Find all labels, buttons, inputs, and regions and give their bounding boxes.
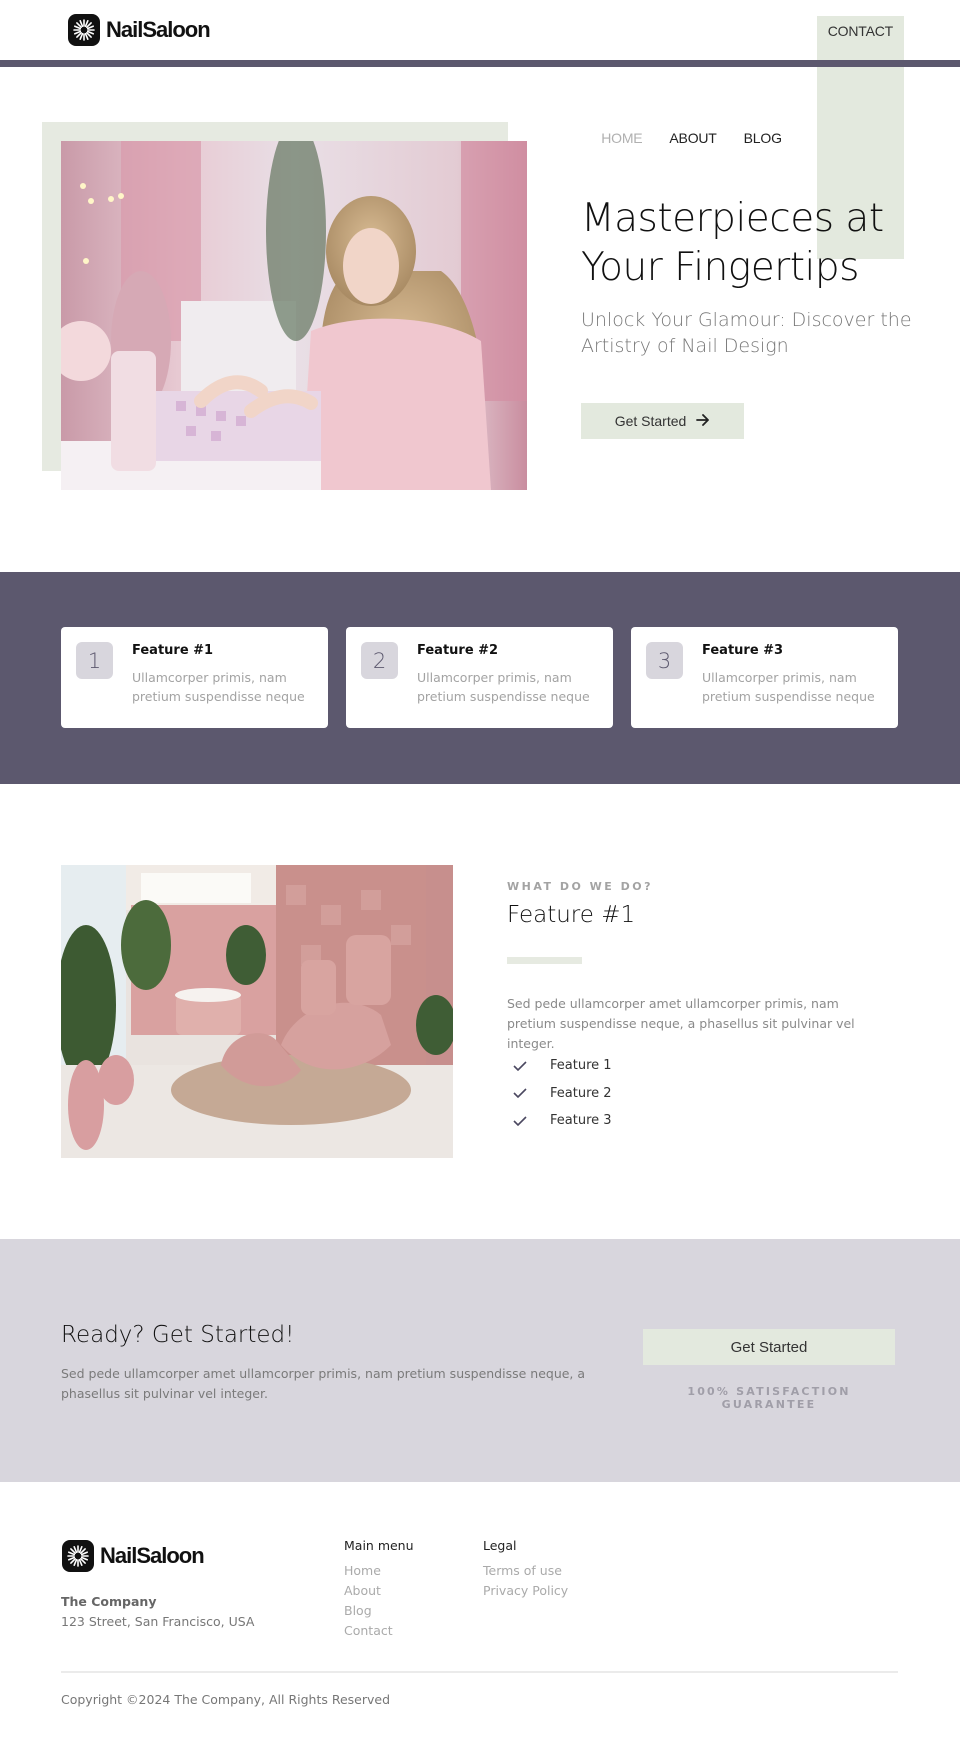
footer-main-menu: Main menu Home About Blog Contact — [344, 1538, 414, 1641]
cta-section: Ready? Get Started! Sed pede ullamcorper… — [0, 1239, 960, 1482]
footer-legal-heading: Legal — [483, 1538, 517, 1553]
footer-link-home[interactable]: Home — [344, 1561, 414, 1581]
section-description: Sed pede ullamcorper amet ullamcorper pr… — [507, 996, 855, 1051]
footer-link-blog[interactable]: Blog — [344, 1601, 414, 1621]
title-underline-accent — [507, 957, 582, 964]
feature-checklist: Feature 1 Feature 2 Feature 3 — [513, 1052, 612, 1135]
checklist-item-label: Feature 3 — [550, 1113, 612, 1129]
feature-card: 1 Feature #1 Ullamcorper primis, nam pre… — [61, 627, 328, 728]
satisfaction-guarantee: 100% SATISFACTION GUARANTEE — [687, 1385, 851, 1411]
feature-number-badge: 1 — [76, 642, 113, 679]
feature-description: Ullamcorper primis, nam pretium suspendi… — [417, 670, 590, 704]
check-icon — [513, 1116, 535, 1126]
site-footer: NailSaloon The Company 123 Street, San F… — [0, 1482, 960, 1731]
hero-section: Masterpieces at Your Fingertips Unlock Y… — [0, 60, 960, 572]
feature-card: 2 Feature #2 Ullamcorper primis, nam pre… — [346, 627, 613, 728]
company-address: 123 Street, San Francisco, USA — [61, 1614, 255, 1629]
hero-button-label: Get Started — [614, 413, 687, 429]
cta-get-started-button[interactable]: Get Started — [643, 1329, 895, 1365]
footer-main-menu-heading: Main menu — [344, 1538, 414, 1553]
hero-get-started-button[interactable]: Get Started — [581, 403, 744, 439]
feature-number-badge: 2 — [361, 642, 398, 679]
feature-title: Feature #2 — [417, 643, 499, 658]
site-header: NailSaloon HOME ABOUT BLOG CONTACT — [0, 0, 960, 259]
feature-card: 3 Feature #3 Ullamcorper primis, nam pre… — [631, 627, 898, 728]
footer-legal: Legal Terms of use Privacy Policy — [483, 1538, 568, 1601]
features-section: 1 Feature #1 Ullamcorper primis, nam pre… — [0, 572, 960, 784]
cta-description: Sed pede ullamcorper amet ullamcorper pr… — [61, 1366, 586, 1401]
footer-brand-name: NailSaloon — [100, 1543, 205, 1568]
checklist-item-label: Feature 1 — [550, 1058, 612, 1074]
check-icon — [513, 1061, 535, 1071]
cta-title: Ready? Get Started! — [61, 1322, 295, 1348]
brand-name: NailSaloon — [106, 17, 211, 42]
footer-brand-logo[interactable]: NailSaloon — [62, 1540, 205, 1572]
section-title: Feature #1 — [507, 902, 636, 928]
footer-link-contact[interactable]: Contact — [344, 1621, 414, 1641]
footer-link-privacy[interactable]: Privacy Policy — [483, 1581, 568, 1601]
check-icon — [513, 1088, 535, 1099]
hero-subtitle: Unlock Your Glamour: Discover the Artist… — [581, 309, 912, 357]
brand-logo[interactable]: NailSaloon — [68, 14, 211, 46]
spa-room-image — [61, 865, 453, 1158]
checklist-item: Feature 1 — [513, 1052, 612, 1080]
hero-image — [61, 141, 527, 490]
feature-description: Ullamcorper primis, nam pretium suspendi… — [132, 670, 305, 704]
checklist-item: Feature 2 — [513, 1080, 612, 1108]
footer-link-terms[interactable]: Terms of use — [483, 1561, 568, 1581]
checklist-item-label: Feature 2 — [550, 1085, 612, 1101]
feature-title: Feature #1 — [132, 643, 214, 658]
what-we-do-section: WHAT DO WE DO? Feature #1 Sed pede ullam… — [0, 784, 960, 1239]
hero-title: Masterpieces at Your Fingertips — [581, 196, 884, 290]
feature-title: Feature #3 — [702, 643, 784, 658]
sunburst-logo-icon — [62, 1540, 94, 1572]
footer-link-about[interactable]: About — [344, 1581, 414, 1601]
feature-description: Ullamcorper primis, nam pretium suspendi… — [702, 670, 875, 704]
company-name: The Company — [61, 1594, 157, 1609]
copyright-text: Copyright ©2024 The Company, All Rights … — [61, 1692, 391, 1707]
checklist-item: Feature 3 — [513, 1107, 612, 1135]
arrow-right-icon — [696, 413, 710, 429]
sunburst-logo-icon — [68, 14, 100, 46]
section-eyebrow: WHAT DO WE DO? — [507, 880, 653, 893]
footer-divider — [61, 1671, 898, 1673]
feature-number-badge: 3 — [646, 642, 683, 679]
